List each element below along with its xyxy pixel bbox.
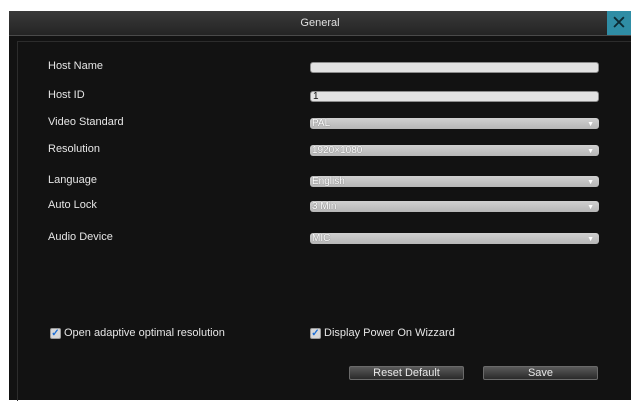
host-id-input[interactable]: 1	[310, 91, 599, 102]
resolution-select[interactable]: 1920×1080 ▼	[310, 145, 599, 156]
adaptive-resolution-checkbox[interactable]: ✓	[50, 328, 61, 339]
chevron-down-icon: ▼	[587, 148, 594, 155]
language-select[interactable]: English ▼	[310, 176, 599, 187]
audio-device-value: MIC	[312, 233, 331, 244]
power-on-wizard-checkbox[interactable]: ✓	[310, 328, 321, 339]
close-button[interactable]: ✕	[607, 11, 631, 35]
save-button[interactable]: Save	[483, 366, 598, 380]
video-standard-select[interactable]: PAL ▼	[310, 118, 599, 129]
resolution-value: 1920×1080	[312, 145, 363, 156]
auto-lock-label: Auto Lock	[48, 199, 97, 211]
host-name-input[interactable]	[310, 62, 599, 73]
chevron-down-icon: ▼	[587, 236, 594, 243]
checkmark-icon: ✓	[51, 328, 60, 339]
checkmark-icon: ✓	[311, 328, 320, 339]
resolution-label: Resolution	[48, 143, 100, 155]
title-bar: General ✕	[9, 11, 631, 36]
language-label: Language	[48, 174, 97, 186]
host-name-label: Host Name	[48, 60, 104, 72]
audio-device-select[interactable]: MIC ▼	[310, 233, 599, 244]
close-icon: ✕	[611, 12, 627, 34]
auto-lock-value: 3 Min	[312, 201, 337, 212]
dialog-title: General	[300, 17, 340, 29]
chevron-down-icon: ▼	[587, 204, 594, 211]
video-standard-value: PAL	[312, 118, 331, 129]
audio-device-label: Audio Device	[48, 231, 113, 243]
chevron-down-icon: ▼	[587, 179, 594, 186]
general-settings-dialog: General ✕ Host Name Host ID Video Standa…	[9, 11, 631, 401]
video-standard-label: Video Standard	[48, 116, 124, 128]
power-on-wizard-label[interactable]: Display Power On Wizzard	[324, 327, 455, 339]
auto-lock-select[interactable]: 3 Min ▼	[310, 201, 599, 212]
language-value: English	[312, 176, 345, 187]
host-id-label: Host ID	[48, 89, 85, 101]
adaptive-resolution-label[interactable]: Open adaptive optimal resolution	[64, 327, 225, 339]
reset-default-button[interactable]: Reset Default	[349, 366, 464, 380]
chevron-down-icon: ▼	[587, 121, 594, 128]
